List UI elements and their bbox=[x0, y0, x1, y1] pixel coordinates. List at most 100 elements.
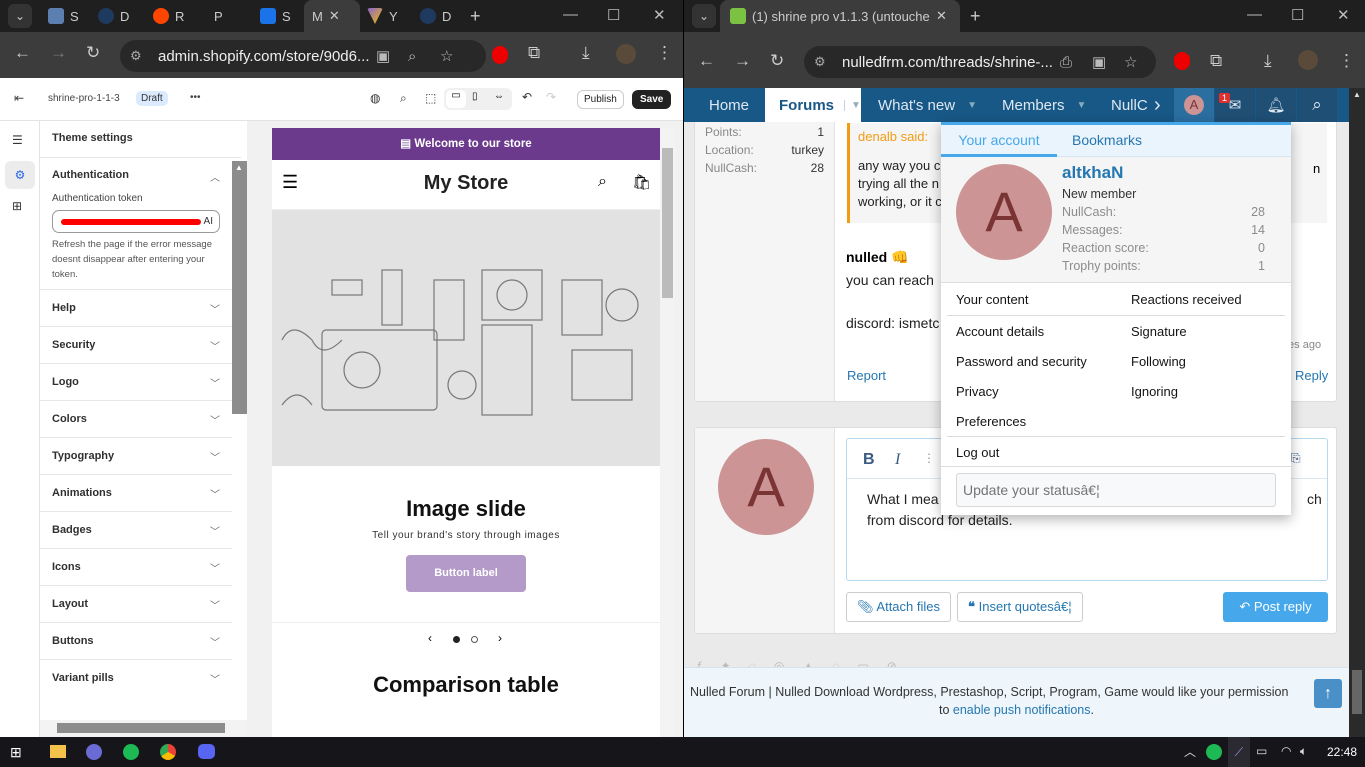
address-bar[interactable]: ⚙ admin.shopify.com/store/90d6... ▣ ⌕ ☆ bbox=[120, 40, 486, 72]
nav-forums[interactable]: Forums ▼ bbox=[765, 88, 861, 122]
settings-section[interactable]: Logo ﹀ bbox=[40, 363, 232, 400]
post-reply-button[interactable]: ↶ Post reply bbox=[1223, 592, 1328, 622]
more-actions-button[interactable]: ••• bbox=[190, 92, 201, 103]
inspector-icon[interactable]: ⬚ bbox=[425, 91, 436, 105]
prev-slide-icon[interactable]: ‹ bbox=[428, 631, 432, 645]
close-window-button[interactable]: ✕ bbox=[1337, 6, 1350, 24]
redo-icon[interactable]: ↷ bbox=[546, 90, 556, 104]
slide-button[interactable]: Button label bbox=[406, 555, 526, 592]
nav-scroll-right-icon[interactable]: › bbox=[1154, 88, 1161, 122]
insert-quotes-button[interactable]: ❝ Insert quotesâ€¦ bbox=[957, 592, 1083, 622]
adblock-icon[interactable] bbox=[1174, 52, 1190, 70]
link-ignoring[interactable]: Ignoring bbox=[1131, 384, 1178, 399]
extensions-icon[interactable]: ⧉ bbox=[1210, 51, 1222, 71]
sidebar-scrollbar-thumb[interactable] bbox=[232, 161, 247, 414]
reload-icon[interactable]: ↻ bbox=[86, 43, 100, 63]
save-button[interactable]: Save bbox=[632, 90, 672, 109]
tab-0[interactable]: S bbox=[48, 4, 79, 28]
search-icon[interactable]: ⌕ bbox=[598, 173, 607, 191]
auth-token-input[interactable]: AI bbox=[52, 210, 220, 233]
link-log-out[interactable]: Log out bbox=[956, 445, 999, 460]
preview-icon[interactable]: ⎘ bbox=[1291, 451, 1301, 466]
globe-icon[interactable]: ◍ bbox=[370, 91, 380, 105]
spotify-icon[interactable] bbox=[123, 744, 139, 760]
cart-icon[interactable]: 🛍 bbox=[632, 173, 651, 191]
app-icon[interactable] bbox=[86, 744, 102, 760]
tab-6[interactable]: Y bbox=[367, 4, 398, 28]
horizontal-scrollbar[interactable] bbox=[40, 720, 247, 737]
menu-icon[interactable]: ⋮ bbox=[656, 43, 673, 63]
desktop-icon[interactable]: ▭ bbox=[446, 90, 466, 108]
sections-icon[interactable]: ☰ bbox=[12, 133, 23, 147]
maximize-button[interactable]: ☐ bbox=[1291, 6, 1304, 24]
battery-icon[interactable]: ▭ bbox=[1256, 744, 1267, 758]
tab-3[interactable]: P bbox=[208, 4, 223, 28]
nav-home[interactable]: Home bbox=[709, 88, 749, 122]
settings-section[interactable]: Animations ﹀ bbox=[40, 474, 232, 511]
profile-avatar[interactable] bbox=[1298, 50, 1318, 70]
alerts-button[interactable]: 🔔︎ bbox=[1256, 88, 1296, 122]
settings-section[interactable]: Buttons ﹀ bbox=[40, 622, 232, 659]
close-tab-icon[interactable]: ✕ bbox=[329, 8, 340, 24]
feather-tray-icon[interactable]: ⟋ bbox=[1228, 737, 1250, 767]
slide-dot-active[interactable] bbox=[453, 636, 460, 643]
maximize-button[interactable]: ☐ bbox=[607, 6, 620, 24]
close-tab-icon[interactable]: ✕ bbox=[936, 8, 947, 24]
wifi-icon[interactable]: ◠ bbox=[1281, 744, 1291, 758]
settings-section[interactable]: Security ﹀ bbox=[40, 326, 232, 363]
search-button[interactable]: ⌕ bbox=[1297, 88, 1337, 122]
nav-members[interactable]: Members ▼ bbox=[1002, 88, 1086, 122]
install-app-icon[interactable]: ⎙ bbox=[1060, 54, 1072, 71]
enable-push-link[interactable]: enable push notifications bbox=[953, 703, 1091, 717]
search-icon[interactable]: ⌕ bbox=[400, 91, 407, 106]
fullwidth-icon[interactable]: ⇔ bbox=[494, 91, 504, 102]
menu-icon[interactable]: ⋮ bbox=[1338, 51, 1355, 71]
tab-active[interactable]: M ✕ bbox=[304, 0, 360, 32]
exit-icon[interactable]: ⇤ bbox=[14, 91, 24, 105]
settings-section[interactable]: Typography ﹀ bbox=[40, 437, 232, 474]
site-info-icon[interactable]: ⚙ bbox=[130, 48, 142, 64]
auth-section-header[interactable]: Authentication ︿ bbox=[52, 158, 220, 194]
scroll-up-icon[interactable]: ▲ bbox=[235, 163, 243, 172]
settings-section[interactable]: Layout ﹀ bbox=[40, 585, 232, 622]
nav-nullcash[interactable]: NullC bbox=[1111, 88, 1151, 122]
link-account-details[interactable]: Account details bbox=[956, 324, 1044, 339]
settings-section[interactable]: Badges ﹀ bbox=[40, 511, 232, 548]
settings-section[interactable]: Help ﹀ bbox=[40, 289, 232, 326]
forward-icon[interactable]: → bbox=[50, 43, 67, 63]
download-icon[interactable]: ⤓ bbox=[1264, 51, 1272, 71]
link-reactions-received[interactable]: Reactions received bbox=[1131, 292, 1242, 307]
download-icon[interactable]: ⤓ bbox=[582, 43, 590, 63]
dropdown-caret-icon[interactable]: ▼ bbox=[844, 99, 861, 111]
tab-active[interactable]: (1) shrine pro v1.1.3 (untouched ✕ bbox=[720, 0, 960, 32]
link-preferences[interactable]: Preferences bbox=[956, 414, 1026, 429]
tab-your-account[interactable]: Your account bbox=[941, 125, 1057, 157]
back-icon[interactable]: ← bbox=[14, 43, 31, 63]
apps-icon[interactable]: ⊞ bbox=[12, 199, 22, 213]
slide-dot[interactable] bbox=[471, 636, 478, 643]
bookmark-star-icon[interactable]: ☆ bbox=[1124, 53, 1137, 71]
forward-icon[interactable]: → bbox=[734, 51, 751, 71]
tab-4[interactable]: S bbox=[260, 4, 291, 28]
extensions-icon[interactable]: ⧉ bbox=[528, 43, 540, 63]
next-slide-icon[interactable]: › bbox=[498, 631, 502, 645]
volume-icon[interactable]: 🔈︎ bbox=[1300, 744, 1307, 759]
tab-1[interactable]: D bbox=[98, 4, 129, 28]
back-icon[interactable]: ← bbox=[698, 51, 715, 71]
more-options-icon[interactable]: ⋮ bbox=[923, 451, 935, 465]
new-tab-button[interactable]: + bbox=[470, 4, 481, 28]
bold-icon[interactable]: B bbox=[863, 451, 875, 469]
theme-settings-icon[interactable]: ⚙ bbox=[5, 161, 35, 189]
translate-icon[interactable]: ▣ bbox=[1092, 53, 1106, 71]
bookmark-star-icon[interactable]: ☆ bbox=[440, 47, 453, 65]
report-link[interactable]: Report bbox=[847, 368, 886, 383]
zoom-icon[interactable]: ⌕ bbox=[408, 48, 416, 65]
mobile-icon[interactable]: ▯ bbox=[472, 91, 478, 102]
chrome-icon[interactable] bbox=[160, 744, 176, 760]
inbox-button[interactable]: ✉ 1 bbox=[1215, 88, 1255, 122]
settings-section[interactable]: Colors ﹀ bbox=[40, 400, 232, 437]
tab-2[interactable]: R bbox=[153, 4, 184, 28]
status-input[interactable] bbox=[956, 473, 1276, 507]
close-window-button[interactable]: ✕ bbox=[653, 6, 666, 24]
link-signature[interactable]: Signature bbox=[1131, 324, 1187, 339]
